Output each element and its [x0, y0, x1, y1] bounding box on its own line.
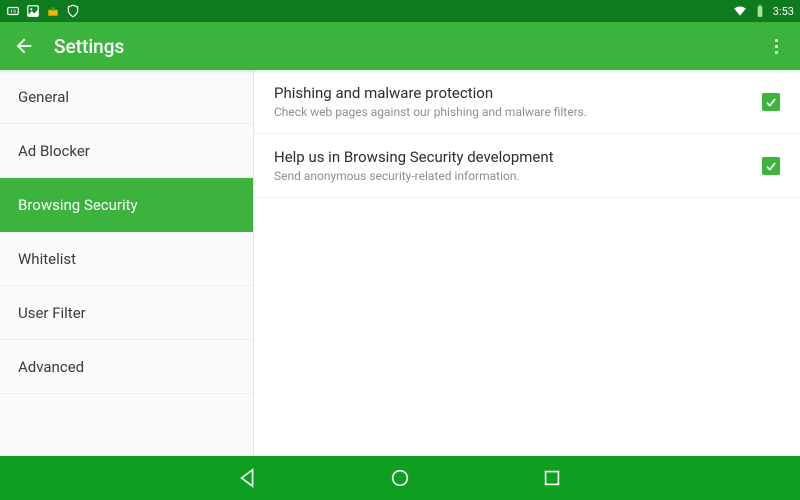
- checkbox[interactable]: [762, 93, 780, 111]
- sidebar-item-advanced[interactable]: Advanced: [0, 340, 253, 394]
- sidebar-item-label: Ad Blocker: [18, 142, 90, 160]
- setting-title: Help us in Browsing Security development: [274, 148, 762, 166]
- checkbox[interactable]: [762, 157, 780, 175]
- sidebar-item-general[interactable]: General: [0, 70, 253, 124]
- image-icon: [26, 4, 40, 18]
- settings-panel: Phishing and malware protection Check web…: [254, 70, 800, 456]
- sidebar-item-ad-blocker[interactable]: Ad Blocker: [0, 124, 253, 178]
- sidebar: General Ad Blocker Browsing Security Whitel…: [0, 70, 254, 456]
- battery-icon: [753, 4, 767, 18]
- notification-icon: 19: [6, 4, 20, 18]
- app-indicator-icon: [46, 4, 60, 18]
- sidebar-item-whitelist[interactable]: Whitelist: [0, 232, 253, 286]
- nav-back-button[interactable]: [237, 467, 259, 489]
- svg-text:19: 19: [10, 9, 16, 15]
- setting-text: Phishing and malware protection Check web…: [274, 84, 762, 119]
- sidebar-item-label: User Filter: [18, 304, 86, 322]
- statusbar-left: 19: [6, 4, 80, 18]
- sidebar-item-user-filter[interactable]: User Filter: [0, 286, 253, 340]
- android-navbar: [0, 456, 800, 500]
- setting-title: Phishing and malware protection: [274, 84, 762, 102]
- setting-text: Help us in Browsing Security development…: [274, 148, 762, 183]
- setting-row[interactable]: Phishing and malware protection Check web…: [254, 70, 800, 134]
- sidebar-item-label: General: [18, 88, 69, 106]
- sidebar-item-browsing-security[interactable]: Browsing Security: [0, 178, 253, 232]
- statusbar-right: 3:53: [733, 4, 794, 18]
- nav-recent-button[interactable]: [541, 467, 563, 489]
- nav-home-button[interactable]: [389, 467, 411, 489]
- wifi-icon: [733, 4, 747, 18]
- sidebar-item-label: Whitelist: [18, 250, 76, 268]
- shield-outline-icon: [66, 4, 80, 18]
- sidebar-item-label: Advanced: [18, 358, 84, 376]
- statusbar-clock: 3:53: [773, 5, 794, 18]
- back-button[interactable]: [12, 34, 36, 58]
- setting-subtitle: Send anonymous security-related informat…: [274, 169, 762, 183]
- appbar: Settings: [0, 22, 800, 70]
- sidebar-item-label: Browsing Security: [18, 196, 138, 214]
- page-title: Settings: [54, 35, 124, 58]
- overflow-menu-button[interactable]: [764, 34, 788, 58]
- setting-row[interactable]: Help us in Browsing Security development…: [254, 134, 800, 198]
- setting-subtitle: Check web pages against our phishing and…: [274, 105, 762, 119]
- android-statusbar: 19 3:53: [0, 0, 800, 22]
